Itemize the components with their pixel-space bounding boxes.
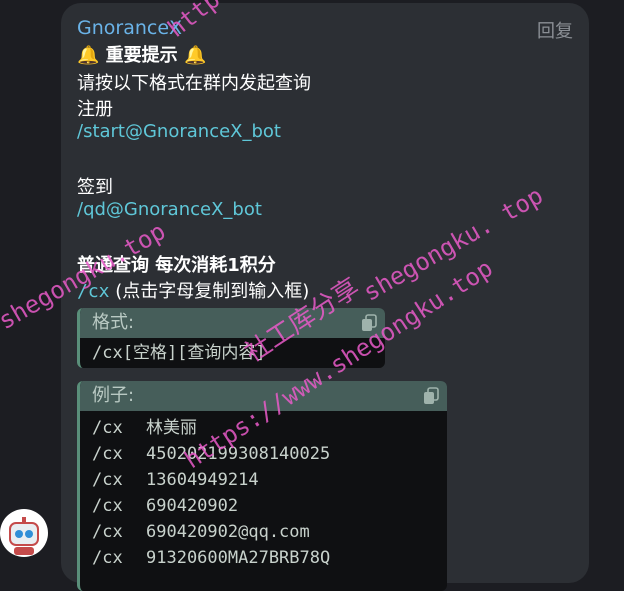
example-value: 13604949214	[146, 470, 259, 490]
query-line: /cx (点击字母复制到输入框)	[77, 277, 309, 303]
example-value: 450202199308140025	[146, 444, 331, 464]
example-row: /cx 450202199308140025	[92, 441, 435, 467]
format-block-header: 格式:	[80, 308, 385, 338]
example-value: 91320600MA27BRB78Q	[146, 548, 331, 568]
example-value: 690420902@qq.com	[146, 522, 310, 542]
copy-icon[interactable]	[361, 314, 377, 332]
example-block-header: 例子:	[80, 381, 447, 411]
register-label: 注册	[77, 99, 113, 120]
example-command: /cx	[92, 496, 123, 516]
example-command: /cx	[92, 522, 123, 542]
bot-avatar[interactable]	[0, 509, 48, 557]
register-command-link[interactable]: /start@GnoranceX_bot	[77, 121, 281, 142]
robot-icon	[9, 517, 39, 555]
example-row: /cx 13604949214	[92, 467, 435, 493]
notice-title: 🔔 重要提示 🔔	[77, 45, 207, 66]
format-block-title: 格式:	[92, 312, 135, 333]
example-row: /cx 690420902@qq.com	[92, 519, 435, 545]
format-block-content: /cx[空格][查询内容]	[92, 343, 266, 363]
query-hint: (点击字母复制到输入框)	[109, 281, 310, 302]
example-row: /cx 林美丽	[92, 415, 435, 441]
example-value: 林美丽	[146, 418, 197, 438]
intro-text: 请按以下格式在群内发起查询	[77, 73, 311, 94]
example-command: /cx	[92, 470, 123, 490]
reply-button[interactable]: 回复	[537, 17, 573, 43]
signin-label: 签到	[77, 177, 113, 198]
sender-name[interactable]: GnoranceX	[77, 17, 182, 39]
query-command[interactable]: /cx	[77, 281, 110, 302]
message-bubble: GnoranceX 回复 🔔 重要提示 🔔 请按以下格式在群内发起查询 注册 /…	[61, 3, 589, 591]
example-value: 690420902	[146, 496, 239, 516]
example-block-title: 例子:	[92, 385, 135, 406]
copy-icon[interactable]	[423, 387, 439, 405]
example-row: /cx 91320600MA27BRB78Q	[92, 545, 435, 571]
example-row: /cx 690420902	[92, 493, 435, 519]
format-code-block[interactable]: 格式: /cx[空格][查询内容]	[77, 308, 385, 368]
signin-command-link[interactable]: /qd@GnoranceX_bot	[77, 199, 262, 220]
example-command: /cx	[92, 548, 123, 568]
example-command: /cx	[92, 444, 123, 464]
query-heading: 普通查询 每次消耗1积分	[77, 255, 276, 276]
example-command: /cx	[92, 418, 123, 438]
